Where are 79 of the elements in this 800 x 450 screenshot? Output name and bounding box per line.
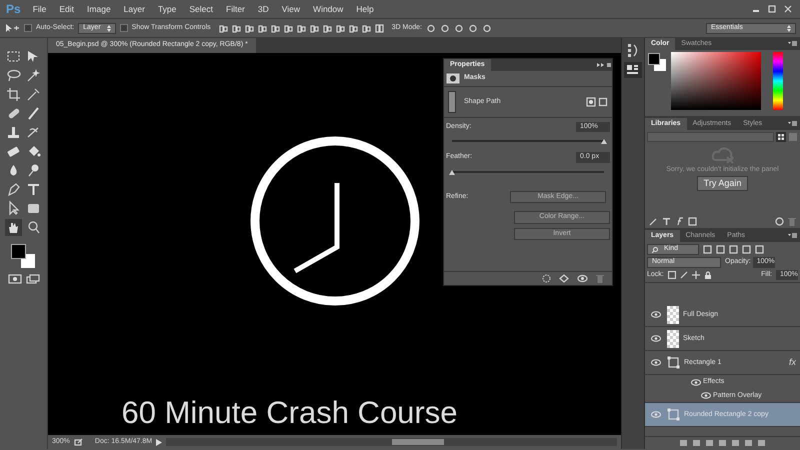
align-icon[interactable] (232, 24, 241, 32)
share-icon[interactable] (74, 438, 83, 446)
menu-item[interactable]: Help (356, 4, 374, 14)
lasso-icon[interactable] (4, 67, 22, 84)
layer-thumbnail (667, 330, 679, 348)
panel-menu-icon[interactable] (788, 40, 798, 48)
grid-view-icon[interactable] (776, 132, 786, 142)
quick-mask-icon[interactable] (8, 274, 22, 284)
color-field[interactable] (671, 52, 761, 110)
align-icon[interactable] (284, 24, 293, 32)
menu-item[interactable]: Filter (226, 4, 245, 14)
try-again-button[interactable]: Try Again (696, 176, 748, 192)
align-icon[interactable] (218, 24, 228, 32)
maximize-icon[interactable] (768, 5, 776, 13)
selection-icon[interactable] (542, 274, 551, 283)
play-icon[interactable] (156, 438, 162, 446)
lock-position-icon[interactable] (692, 271, 700, 280)
move-tool-icon[interactable] (4, 23, 20, 33)
color-swatches-icon[interactable] (647, 52, 667, 72)
menu-item[interactable]: Image (87, 4, 111, 14)
slider-thumb[interactable] (449, 170, 455, 175)
shape-layer-icon (667, 356, 680, 370)
menu-item[interactable]: Type (158, 4, 176, 14)
shape-layer-icon (667, 408, 680, 422)
lock-icon[interactable] (704, 271, 712, 280)
fx-label: fx (788, 357, 796, 368)
mask-icon (446, 73, 460, 84)
align-icon[interactable] (362, 24, 371, 32)
lock-pixels-icon[interactable] (668, 271, 676, 280)
updown-icon (106, 24, 111, 32)
eye-icon[interactable] (651, 311, 661, 318)
panel-menu-icon[interactable] (788, 120, 798, 128)
align-icon[interactable] (348, 24, 358, 32)
history-icon[interactable] (626, 42, 640, 58)
align-icon[interactable] (296, 24, 306, 32)
type-tool-icon[interactable] (662, 217, 671, 226)
lock-brush-icon[interactable] (680, 271, 688, 280)
search-icon (652, 246, 658, 252)
scrollbar[interactable] (166, 438, 617, 446)
shape-thumbnail-icon (448, 91, 456, 113)
eye-icon[interactable] (651, 359, 661, 366)
menu-item[interactable]: 3D (258, 4, 269, 14)
align-icon[interactable] (310, 24, 319, 32)
hand-icon[interactable] (4, 219, 22, 236)
menu-item[interactable]: Window (313, 4, 344, 14)
align-icon[interactable] (258, 24, 267, 32)
distribute-icon[interactable] (374, 24, 384, 32)
updown-icon (787, 24, 791, 32)
eye-icon[interactable] (691, 378, 701, 386)
brush-icon[interactable] (649, 217, 658, 226)
menu-item[interactable]: Layer (124, 4, 145, 14)
scroll-thumb[interactable] (392, 439, 444, 445)
screen-mode-icon[interactable] (26, 274, 40, 284)
canvas-title: 60 Minute Crash Course (122, 394, 458, 431)
app-logo: Ps (6, 2, 21, 16)
crop-icon[interactable] (4, 86, 22, 103)
align-icon[interactable] (336, 24, 345, 32)
menu-item[interactable]: Select (189, 4, 213, 14)
layer-thumbnail (667, 306, 679, 324)
eye-icon[interactable] (651, 335, 661, 342)
menu-item[interactable]: Edit (59, 4, 74, 14)
panel-menu-icon[interactable] (788, 232, 798, 240)
align-icon[interactable] (270, 24, 280, 32)
square-icon[interactable] (688, 217, 697, 226)
effects-icon[interactable] (675, 217, 684, 226)
menu-item[interactable]: View (282, 4, 300, 14)
eye-icon[interactable] (701, 392, 711, 400)
checkbox[interactable] (24, 24, 32, 32)
apply-mask-icon[interactable] (559, 274, 569, 283)
properties-icon[interactable] (624, 62, 642, 78)
vector-mask-icon[interactable] (598, 97, 608, 107)
checkbox[interactable] (120, 24, 128, 32)
align-icon[interactable] (322, 24, 332, 32)
eye-icon[interactable] (577, 274, 588, 283)
align-icon[interactable] (244, 24, 254, 32)
menu-item[interactable]: File (32, 4, 46, 14)
slider-thumb[interactable] (601, 139, 607, 144)
close-icon[interactable] (784, 5, 792, 13)
hue-spectrum (773, 52, 783, 110)
